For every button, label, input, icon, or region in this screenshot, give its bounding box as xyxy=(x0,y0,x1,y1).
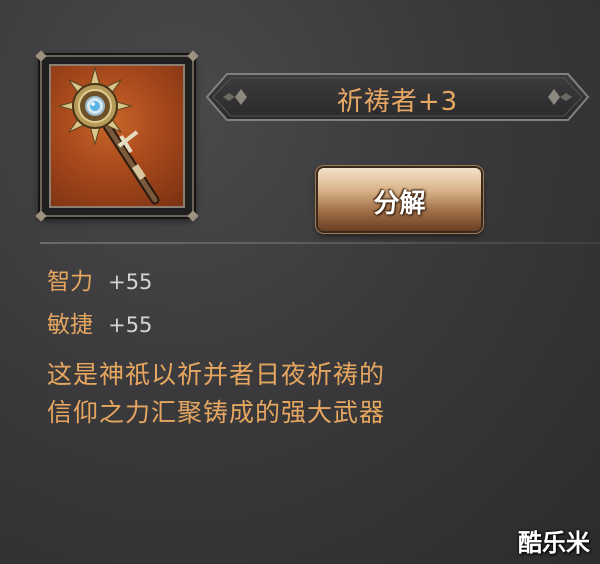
frame-corner xyxy=(35,210,47,222)
stat-name: 智力 xyxy=(47,269,93,295)
item-description-line-1: 这是神祇以祈并者日夜祈祷的 xyxy=(47,360,386,389)
frame-corner xyxy=(187,50,199,62)
frame-corner xyxy=(35,50,47,62)
frame-corner xyxy=(187,210,199,222)
watermark-logo: 酷乐米 xyxy=(518,529,590,557)
stat-row-intelligence: 智力 +55 xyxy=(47,262,152,296)
section-divider xyxy=(40,242,600,244)
item-description-line-2: 信仰之力汇聚铸成的强大武器 xyxy=(47,398,386,427)
item-detail-panel: 祈祷者+3 分解 智力 +55 敏捷 +55 这是神祇以祈并者日夜祈祷的 信仰之… xyxy=(0,0,600,564)
decompose-button[interactable]: 分解 xyxy=(318,168,481,231)
holy-mace-icon xyxy=(57,66,160,205)
stat-name: 敏捷 xyxy=(47,312,93,338)
item-icon-background xyxy=(49,64,185,208)
item-icon-frame[interactable] xyxy=(35,50,199,222)
stat-value: +55 xyxy=(108,270,153,294)
stat-value: +55 xyxy=(108,313,153,337)
stat-row-agility: 敏捷 +55 xyxy=(47,305,152,339)
item-name-banner: 祈祷者+3 xyxy=(205,72,590,122)
item-name: 祈祷者+3 xyxy=(336,87,459,117)
decompose-button-label: 分解 xyxy=(373,189,426,219)
